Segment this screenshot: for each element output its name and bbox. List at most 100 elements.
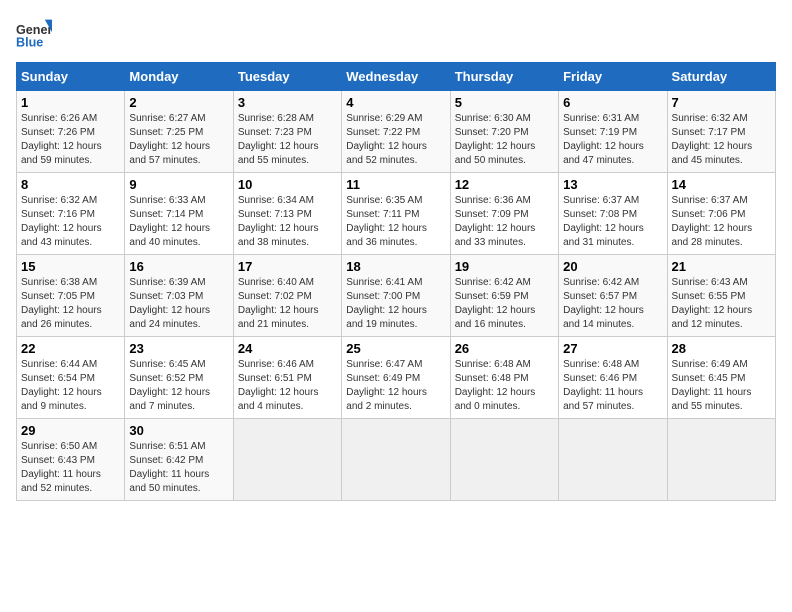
day-detail: Sunrise: 6:27 AMSunset: 7:25 PMDaylight:… [129, 112, 228, 168]
day-number: 13 [563, 177, 662, 192]
day-detail: Sunrise: 6:26 AMSunset: 7:26 PMDaylight:… [21, 112, 120, 168]
day-detail: Sunrise: 6:50 AMSunset: 6:43 PMDaylight:… [21, 440, 120, 496]
calendar-cell [342, 419, 450, 501]
day-number: 9 [129, 177, 228, 192]
day-number: 28 [672, 341, 771, 356]
day-number: 6 [563, 95, 662, 110]
day-number: 12 [455, 177, 554, 192]
day-detail: Sunrise: 6:37 AMSunset: 7:08 PMDaylight:… [563, 194, 662, 250]
calendar-cell: 25 Sunrise: 6:47 AMSunset: 6:49 PMDayligh… [342, 337, 450, 419]
calendar-row: 29 Sunrise: 6:50 AMSunset: 6:43 PMDayligh… [17, 419, 776, 501]
calendar-cell [450, 419, 558, 501]
calendar-cell: 28 Sunrise: 6:49 AMSunset: 6:45 PMDayligh… [667, 337, 775, 419]
day-detail: Sunrise: 6:40 AMSunset: 7:02 PMDaylight:… [238, 276, 337, 332]
calendar-cell: 14 Sunrise: 6:37 AMSunset: 7:06 PMDayligh… [667, 173, 775, 255]
day-detail: Sunrise: 6:44 AMSunset: 6:54 PMDaylight:… [21, 358, 120, 414]
calendar-cell: 30 Sunrise: 6:51 AMSunset: 6:42 PMDayligh… [125, 419, 233, 501]
calendar-cell: 19 Sunrise: 6:42 AMSunset: 6:59 PMDayligh… [450, 255, 558, 337]
calendar-cell: 10 Sunrise: 6:34 AMSunset: 7:13 PMDayligh… [233, 173, 341, 255]
calendar-cell: 21 Sunrise: 6:43 AMSunset: 6:55 PMDayligh… [667, 255, 775, 337]
calendar-cell: 8 Sunrise: 6:32 AMSunset: 7:16 PMDaylight… [17, 173, 125, 255]
day-number: 21 [672, 259, 771, 274]
day-number: 14 [672, 177, 771, 192]
calendar-cell: 6 Sunrise: 6:31 AMSunset: 7:19 PMDaylight… [559, 91, 667, 173]
day-detail: Sunrise: 6:32 AMSunset: 7:16 PMDaylight:… [21, 194, 120, 250]
dow-header-monday: Monday [125, 63, 233, 91]
day-detail: Sunrise: 6:28 AMSunset: 7:23 PMDaylight:… [238, 112, 337, 168]
day-detail: Sunrise: 6:37 AMSunset: 7:06 PMDaylight:… [672, 194, 771, 250]
day-number: 11 [346, 177, 445, 192]
day-number: 1 [21, 95, 120, 110]
day-detail: Sunrise: 6:49 AMSunset: 6:45 PMDaylight:… [672, 358, 771, 414]
day-number: 20 [563, 259, 662, 274]
day-number: 29 [21, 423, 120, 438]
logo-icon: General Blue [16, 16, 52, 52]
day-detail: Sunrise: 6:51 AMSunset: 6:42 PMDaylight:… [129, 440, 228, 496]
calendar-cell: 20 Sunrise: 6:42 AMSunset: 6:57 PMDayligh… [559, 255, 667, 337]
calendar-cell: 16 Sunrise: 6:39 AMSunset: 7:03 PMDayligh… [125, 255, 233, 337]
dow-header-saturday: Saturday [667, 63, 775, 91]
calendar-cell: 13 Sunrise: 6:37 AMSunset: 7:08 PMDayligh… [559, 173, 667, 255]
day-detail: Sunrise: 6:38 AMSunset: 7:05 PMDaylight:… [21, 276, 120, 332]
calendar-cell: 29 Sunrise: 6:50 AMSunset: 6:43 PMDayligh… [17, 419, 125, 501]
day-detail: Sunrise: 6:35 AMSunset: 7:11 PMDaylight:… [346, 194, 445, 250]
day-number: 17 [238, 259, 337, 274]
day-number: 8 [21, 177, 120, 192]
day-number: 16 [129, 259, 228, 274]
day-detail: Sunrise: 6:46 AMSunset: 6:51 PMDaylight:… [238, 358, 337, 414]
day-number: 30 [129, 423, 228, 438]
day-number: 24 [238, 341, 337, 356]
calendar-cell: 9 Sunrise: 6:33 AMSunset: 7:14 PMDaylight… [125, 173, 233, 255]
calendar-table: SundayMondayTuesdayWednesdayThursdayFrid… [16, 62, 776, 501]
calendar-cell [559, 419, 667, 501]
day-number: 23 [129, 341, 228, 356]
day-number: 18 [346, 259, 445, 274]
calendar-cell: 17 Sunrise: 6:40 AMSunset: 7:02 PMDayligh… [233, 255, 341, 337]
day-number: 3 [238, 95, 337, 110]
calendar-cell: 15Sunrise: 6:38 AMSunset: 7:05 PMDayligh… [17, 255, 125, 337]
day-number: 25 [346, 341, 445, 356]
day-number: 22 [21, 341, 120, 356]
day-number: 2 [129, 95, 228, 110]
calendar-row: 1 Sunrise: 6:26 AMSunset: 7:26 PMDaylight… [17, 91, 776, 173]
calendar-cell: 5Sunrise: 6:30 AMSunset: 7:20 PMDaylight… [450, 91, 558, 173]
calendar-cell: 24 Sunrise: 6:46 AMSunset: 6:51 PMDayligh… [233, 337, 341, 419]
dow-header-wednesday: Wednesday [342, 63, 450, 91]
day-detail: Sunrise: 6:45 AMSunset: 6:52 PMDaylight:… [129, 358, 228, 414]
calendar-cell: 1 Sunrise: 6:26 AMSunset: 7:26 PMDaylight… [17, 91, 125, 173]
calendar-cell: 18 Sunrise: 6:41 AMSunset: 7:00 PMDayligh… [342, 255, 450, 337]
calendar-row: 22 Sunrise: 6:44 AMSunset: 6:54 PMDayligh… [17, 337, 776, 419]
calendar-cell: 12 Sunrise: 6:36 AMSunset: 7:09 PMDayligh… [450, 173, 558, 255]
day-number: 4 [346, 95, 445, 110]
calendar-row: 15Sunrise: 6:38 AMSunset: 7:05 PMDayligh… [17, 255, 776, 337]
day-number: 26 [455, 341, 554, 356]
day-detail: Sunrise: 6:42 AMSunset: 6:57 PMDaylight:… [563, 276, 662, 332]
day-detail: Sunrise: 6:48 AMSunset: 6:48 PMDaylight:… [455, 358, 554, 414]
day-detail: Sunrise: 6:31 AMSunset: 7:19 PMDaylight:… [563, 112, 662, 168]
day-detail: Sunrise: 6:33 AMSunset: 7:14 PMDaylight:… [129, 194, 228, 250]
day-detail: Sunrise: 6:47 AMSunset: 6:49 PMDaylight:… [346, 358, 445, 414]
calendar-cell: 3 Sunrise: 6:28 AMSunset: 7:23 PMDaylight… [233, 91, 341, 173]
dow-header-sunday: Sunday [17, 63, 125, 91]
calendar-cell: 22 Sunrise: 6:44 AMSunset: 6:54 PMDayligh… [17, 337, 125, 419]
day-number: 19 [455, 259, 554, 274]
day-detail: Sunrise: 6:39 AMSunset: 7:03 PMDaylight:… [129, 276, 228, 332]
dow-header-friday: Friday [559, 63, 667, 91]
calendar-cell: 2 Sunrise: 6:27 AMSunset: 7:25 PMDaylight… [125, 91, 233, 173]
day-detail: Sunrise: 6:32 AMSunset: 7:17 PMDaylight:… [672, 112, 771, 168]
day-detail: Sunrise: 6:43 AMSunset: 6:55 PMDaylight:… [672, 276, 771, 332]
calendar-cell: 4 Sunrise: 6:29 AMSunset: 7:22 PMDaylight… [342, 91, 450, 173]
day-number: 5 [455, 95, 554, 110]
day-number: 27 [563, 341, 662, 356]
day-detail: Sunrise: 6:34 AMSunset: 7:13 PMDaylight:… [238, 194, 337, 250]
day-detail: Sunrise: 6:36 AMSunset: 7:09 PMDaylight:… [455, 194, 554, 250]
day-number: 10 [238, 177, 337, 192]
dow-header-thursday: Thursday [450, 63, 558, 91]
day-detail: Sunrise: 6:29 AMSunset: 7:22 PMDaylight:… [346, 112, 445, 168]
calendar-cell: 27Sunrise: 6:48 AMSunset: 6:46 PMDayligh… [559, 337, 667, 419]
day-detail: Sunrise: 6:42 AMSunset: 6:59 PMDaylight:… [455, 276, 554, 332]
day-detail: Sunrise: 6:41 AMSunset: 7:00 PMDaylight:… [346, 276, 445, 332]
svg-text:Blue: Blue [16, 36, 43, 50]
calendar-cell: 23 Sunrise: 6:45 AMSunset: 6:52 PMDayligh… [125, 337, 233, 419]
logo: General Blue [16, 16, 56, 52]
